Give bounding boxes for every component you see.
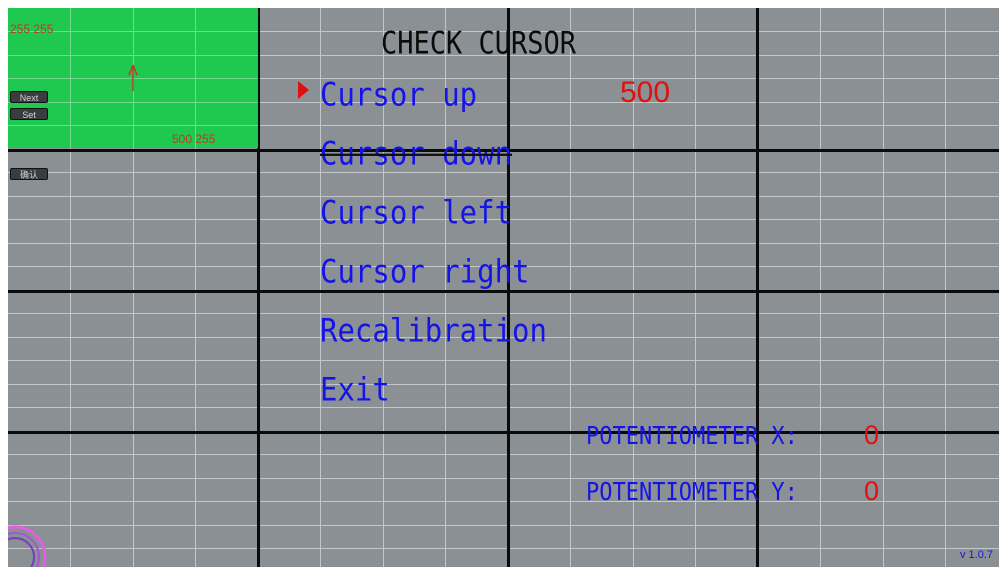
menu-item-recalibration[interactable]: Recalibration — [320, 312, 547, 349]
cursor-check-screen: 255 255 500 255 Next Set 确认 CHECK CURSOR… — [8, 8, 999, 567]
grid-line — [8, 548, 999, 549]
grid-line — [8, 243, 999, 244]
grid-line — [8, 384, 999, 385]
grid-line — [8, 360, 999, 361]
preview-grid-line — [8, 125, 258, 126]
menu-item-cursor-left[interactable]: Cursor left — [320, 194, 512, 231]
selection-arrow-icon — [298, 81, 309, 99]
grid-line — [8, 525, 999, 526]
set-button[interactable]: Set — [10, 108, 48, 120]
grid-line — [570, 8, 571, 567]
cursor-preview-panel: 255 255 500 255 Next Set — [8, 8, 258, 148]
grid-line — [883, 8, 884, 567]
cursor-value: 500 — [620, 76, 671, 109]
grid-line — [8, 454, 999, 455]
menu-item-cursor-down[interactable]: Cursor down — [320, 135, 512, 172]
grid-line — [8, 501, 999, 502]
major-grid-line — [8, 290, 999, 293]
major-grid-line — [8, 431, 999, 434]
page-title: CHECK CURSOR — [381, 26, 577, 62]
grid-line — [945, 8, 946, 567]
confirm-button[interactable]: 确认 — [10, 168, 48, 180]
menu-item-cursor-up[interactable]: Cursor up — [320, 76, 477, 113]
grid-line — [8, 407, 999, 408]
preview-grid-line — [8, 55, 258, 56]
corner-ring-icon — [8, 525, 47, 567]
next-button[interactable]: Next — [10, 91, 48, 103]
preview-top-left-coords: 255 255 — [10, 22, 54, 36]
potentiometer-y-value: 0 — [864, 476, 880, 506]
cursor-marker-icon — [128, 64, 138, 91]
preview-bottom-right-coords: 500 255 — [172, 132, 216, 146]
grid-line — [820, 8, 821, 567]
potentiometer-x-label: POTENTIOMETER X: — [586, 422, 798, 451]
grid-line — [8, 478, 999, 479]
menu-item-exit[interactable]: Exit — [320, 371, 390, 408]
potentiometer-y-label: POTENTIOMETER Y: — [586, 478, 798, 507]
version-label: v 1.0.7 — [959, 549, 993, 561]
potentiometer-x-value: 0 — [864, 420, 880, 450]
menu-item-cursor-right[interactable]: Cursor right — [320, 253, 530, 290]
